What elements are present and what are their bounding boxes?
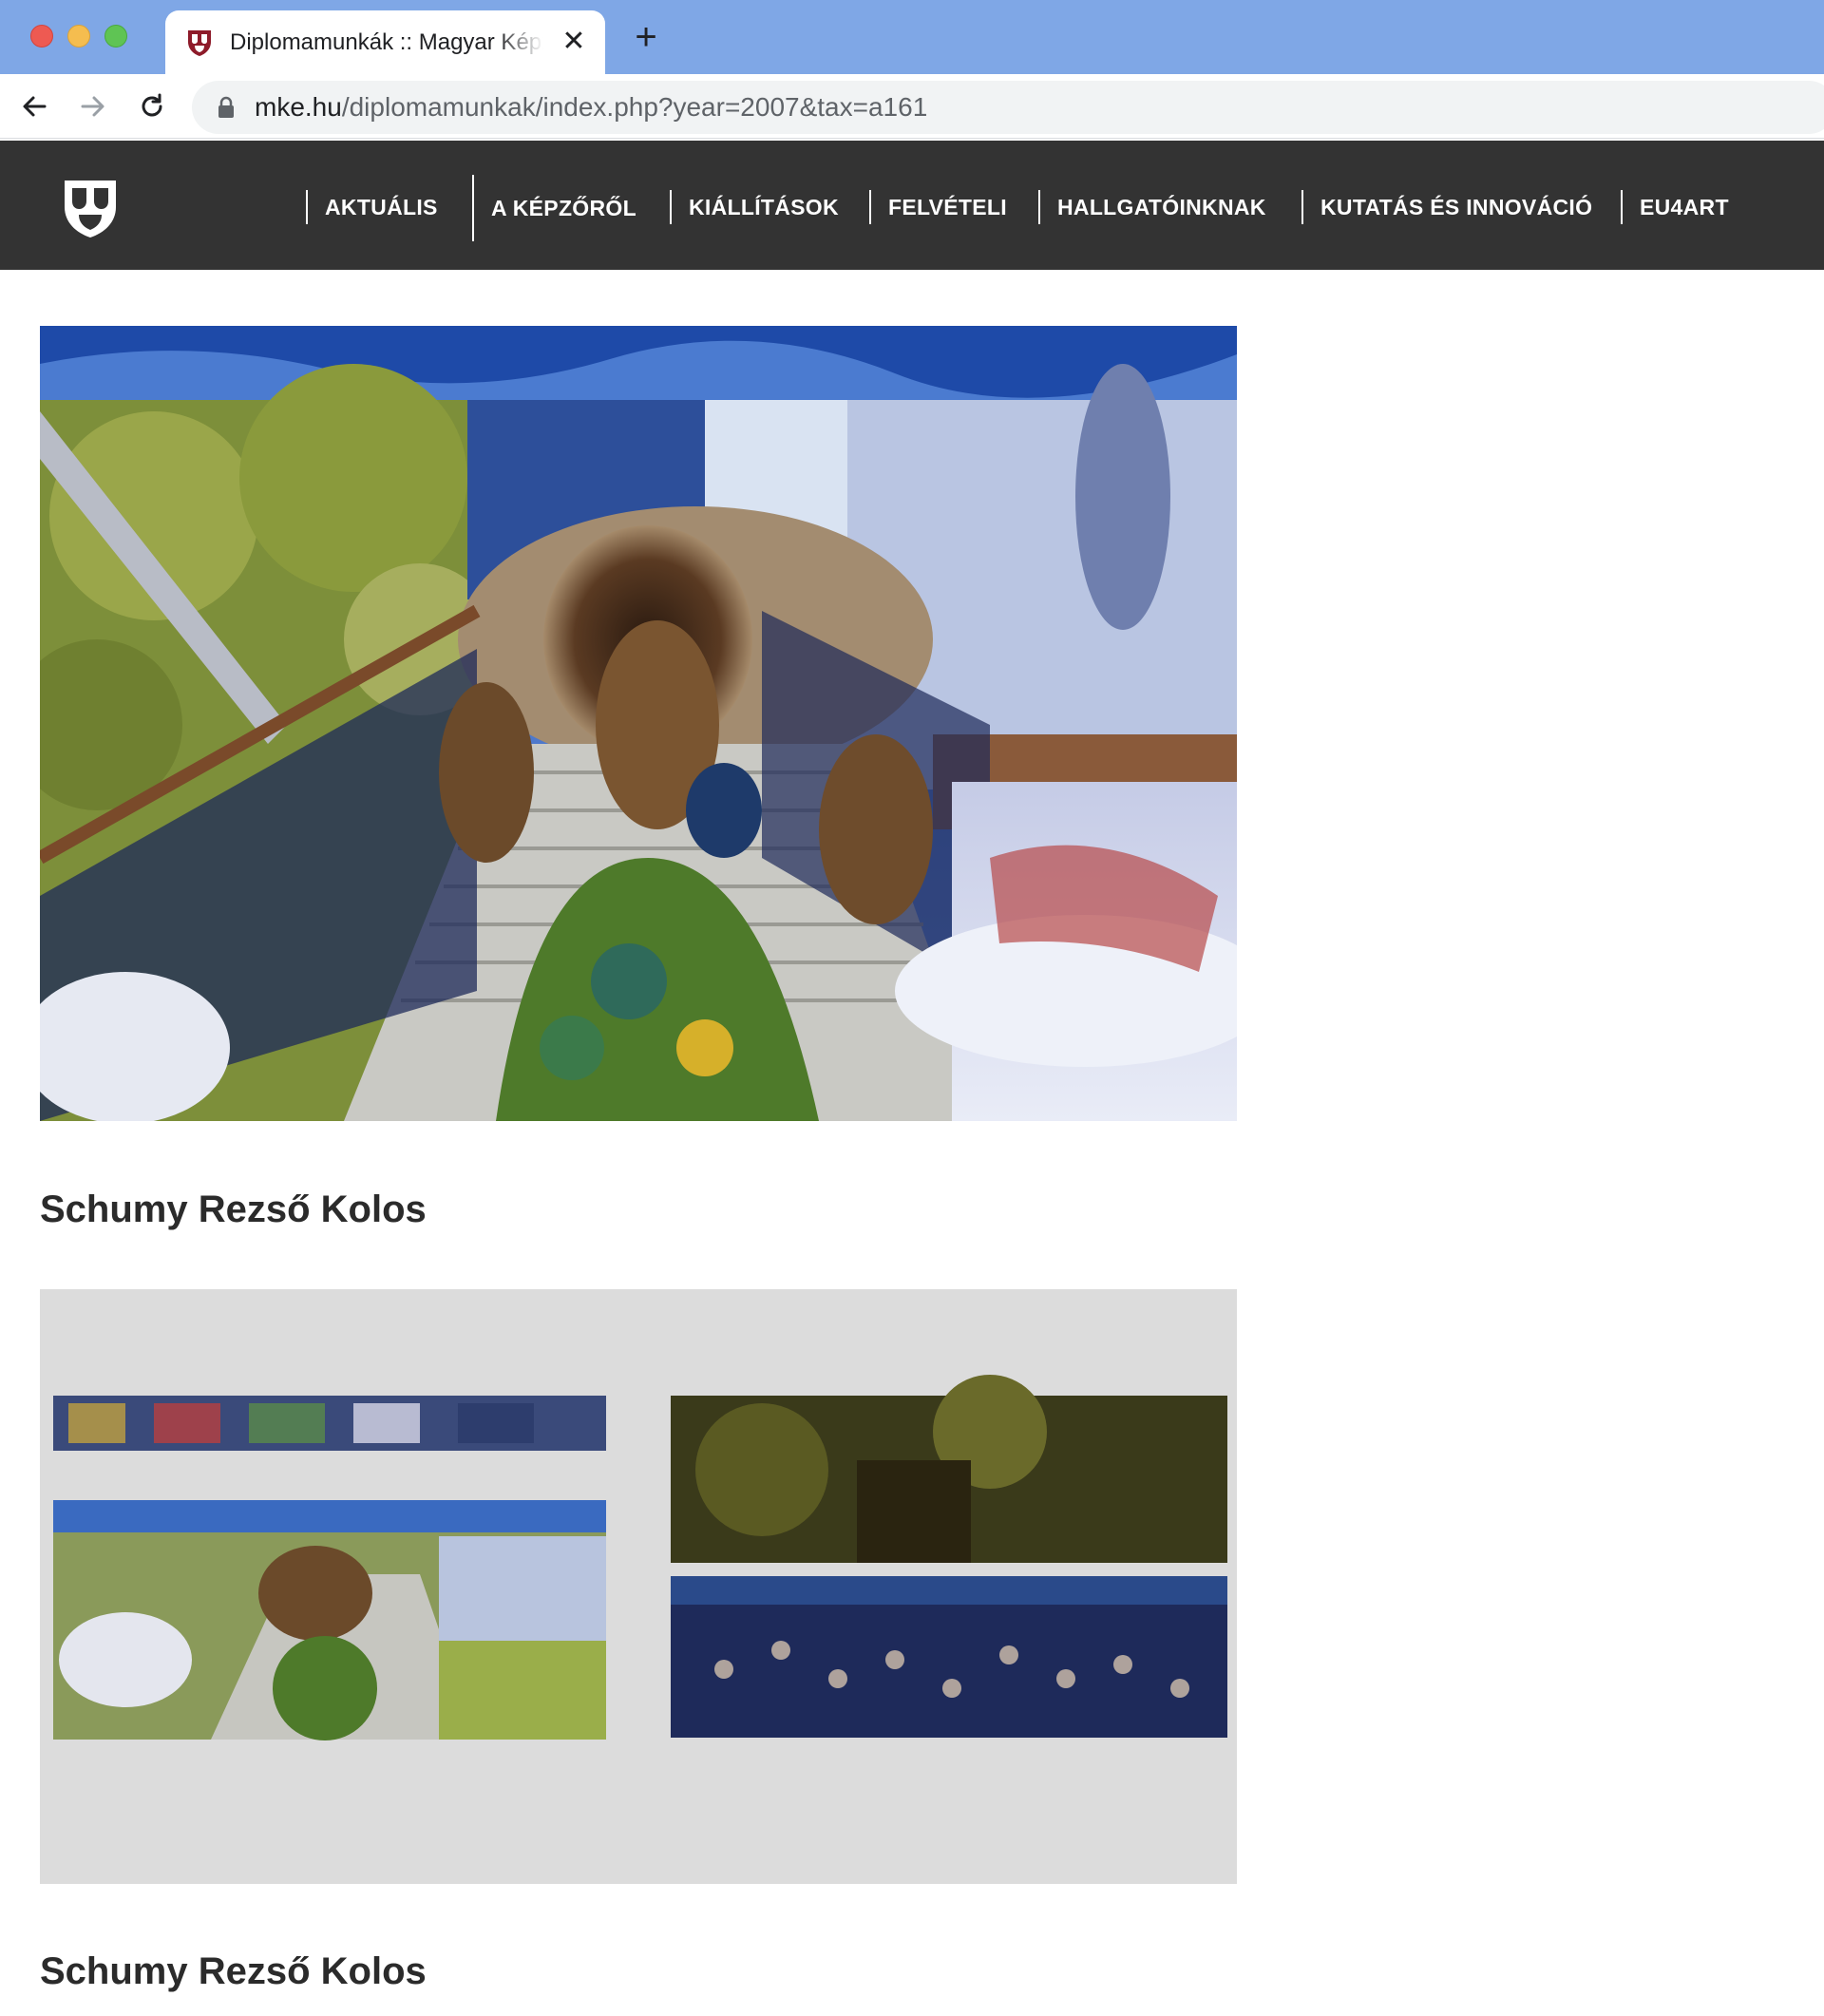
artwork-author: Schumy Rezső Kolos: [40, 1189, 427, 1230]
url-host: mke.hu: [255, 92, 342, 122]
forward-arrow-icon: [81, 96, 104, 117]
artwork-image-exhibition[interactable]: [40, 1289, 1237, 1884]
tab-title: Diplomamunkák :: Magyar Képzőművészeti E…: [230, 29, 543, 55]
tab-close-icon[interactable]: ✕: [559, 28, 589, 58]
nav-item-felveteli[interactable]: FELVÉTELI: [869, 190, 1007, 224]
nav-item-kutatas-es-innovacio[interactable]: KUTATÁS ÉS INNOVÁCIÓ: [1302, 190, 1592, 224]
nav-item-kiallitasok[interactable]: KIÁLLÍTÁSOK: [670, 190, 839, 224]
forward-button[interactable]: [74, 87, 112, 125]
maximize-window-button[interactable]: [104, 25, 127, 48]
url-text[interactable]: mke.hu/diplomamunkak/index.php?year=2007…: [255, 92, 927, 123]
collage-illustration: [40, 326, 1237, 1121]
shield-favicon-icon: [188, 30, 211, 56]
back-arrow-icon: [23, 96, 47, 117]
nav-item-eu4art[interactable]: EU4ART: [1621, 190, 1729, 224]
artwork-author: Schumy Rezső Kolos: [40, 1950, 427, 1992]
artwork-image-collage[interactable]: [40, 326, 1237, 1121]
nav-item-aktualis[interactable]: AKTUÁLIS: [306, 190, 438, 224]
minimize-window-button[interactable]: [67, 25, 90, 48]
nav-item-hallgatoinknak[interactable]: HALLGATÓINKNAK: [1038, 190, 1266, 224]
nav-item-a-kepzorol[interactable]: A KÉPZŐRŐL: [472, 175, 636, 241]
close-window-button[interactable]: [30, 25, 53, 48]
url-path: /diplomamunkak/index.php?year=2007&tax=a…: [341, 92, 928, 122]
address-bar[interactable]: mke.hu/diplomamunkak/index.php?year=2007…: [192, 81, 1824, 134]
reload-button[interactable]: [133, 87, 171, 125]
reload-icon: [142, 93, 162, 117]
new-tab-button[interactable]: +: [631, 18, 661, 56]
exhibition-photo: [40, 1289, 1237, 1884]
mke-shield-logo-icon[interactable]: [63, 179, 118, 239]
active-tab[interactable]: Diplomamunkák :: Magyar Képzőművészeti E…: [165, 10, 605, 74]
browser-toolbar: mke.hu/diplomamunkak/index.php?year=2007…: [0, 74, 1824, 139]
lock-icon: [218, 96, 234, 118]
site-header: AKTUÁLIS A KÉPZŐRŐL KIÁLLÍTÁSOK FELVÉTEL…: [0, 141, 1824, 270]
browser-tab-strip: Diplomamunkák :: Magyar Képzőművészeti E…: [0, 0, 1824, 74]
back-button[interactable]: [15, 87, 53, 125]
